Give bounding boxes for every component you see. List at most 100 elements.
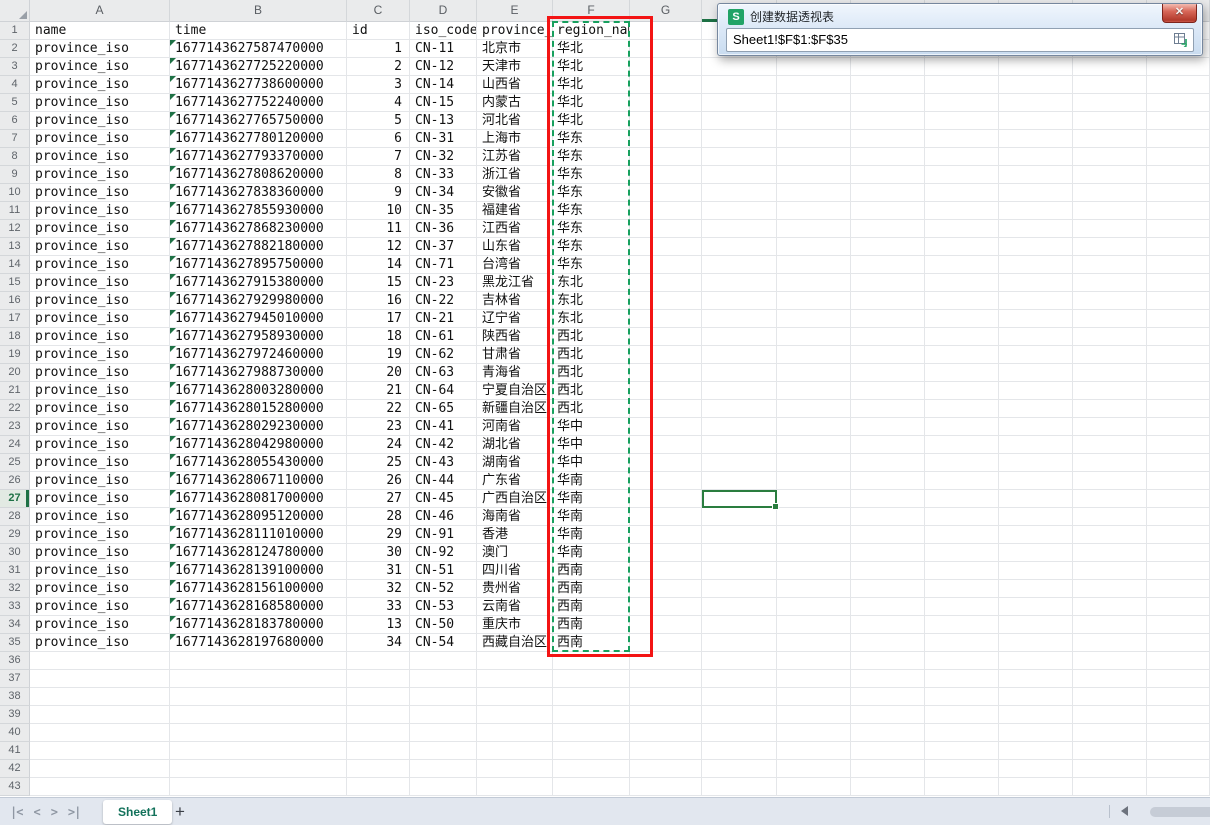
cell[interactable]: 1677143627765750000 xyxy=(170,112,347,130)
empty-cell[interactable] xyxy=(925,706,999,724)
cell[interactable]: 辽宁省 xyxy=(477,310,553,328)
row-header-33[interactable]: 33 xyxy=(0,598,30,616)
cell[interactable]: 华中 xyxy=(553,418,630,436)
empty-cell[interactable] xyxy=(999,724,1073,742)
cell[interactable]: CN-37 xyxy=(410,238,477,256)
row-header-43[interactable]: 43 xyxy=(0,778,30,796)
empty-cell[interactable] xyxy=(1147,292,1210,310)
empty-cell[interactable] xyxy=(851,238,925,256)
empty-cell[interactable] xyxy=(1073,436,1147,454)
empty-cell[interactable] xyxy=(777,112,851,130)
empty-cell[interactable] xyxy=(477,670,553,688)
empty-cell[interactable] xyxy=(630,184,702,202)
empty-cell[interactable] xyxy=(925,508,999,526)
empty-cell[interactable] xyxy=(1073,490,1147,508)
empty-cell[interactable] xyxy=(702,184,777,202)
empty-cell[interactable] xyxy=(777,670,851,688)
cell[interactable]: 东北 xyxy=(553,292,630,310)
empty-cell[interactable] xyxy=(630,382,702,400)
next-sheet-button[interactable]: > xyxy=(51,805,57,819)
cell[interactable]: 新疆自治区 xyxy=(477,400,553,418)
empty-cell[interactable] xyxy=(170,742,347,760)
empty-cell[interactable] xyxy=(630,490,702,508)
empty-cell[interactable] xyxy=(925,580,999,598)
cell[interactable]: 6 xyxy=(347,130,410,148)
row-header-30[interactable]: 30 xyxy=(0,544,30,562)
empty-cell[interactable] xyxy=(630,436,702,454)
empty-cell[interactable] xyxy=(1147,256,1210,274)
empty-cell[interactable] xyxy=(925,202,999,220)
cell[interactable]: 1677143628156100000 xyxy=(170,580,347,598)
empty-cell[interactable] xyxy=(925,274,999,292)
empty-cell[interactable] xyxy=(30,724,170,742)
cell[interactable]: CN-34 xyxy=(410,184,477,202)
empty-cell[interactable] xyxy=(925,130,999,148)
empty-cell[interactable] xyxy=(999,130,1073,148)
empty-cell[interactable] xyxy=(630,742,702,760)
cell[interactable]: 西南 xyxy=(553,616,630,634)
empty-cell[interactable] xyxy=(999,148,1073,166)
range-picker-icon[interactable] xyxy=(1173,32,1190,49)
empty-cell[interactable] xyxy=(30,652,170,670)
empty-cell[interactable] xyxy=(1073,688,1147,706)
empty-cell[interactable] xyxy=(702,454,777,472)
cell[interactable]: 1677143628124780000 xyxy=(170,544,347,562)
empty-cell[interactable] xyxy=(999,166,1073,184)
empty-cell[interactable] xyxy=(1073,256,1147,274)
empty-cell[interactable] xyxy=(1147,670,1210,688)
empty-cell[interactable] xyxy=(30,706,170,724)
row-header-4[interactable]: 4 xyxy=(0,76,30,94)
cell[interactable]: 广西自治区 xyxy=(477,490,553,508)
empty-cell[interactable] xyxy=(1073,184,1147,202)
empty-cell[interactable] xyxy=(630,652,702,670)
cell[interactable]: province_iso xyxy=(30,76,170,94)
cell[interactable]: 内蒙古 xyxy=(477,94,553,112)
cell[interactable]: time xyxy=(170,22,347,40)
empty-cell[interactable] xyxy=(999,220,1073,238)
empty-cell[interactable] xyxy=(851,562,925,580)
empty-cell[interactable] xyxy=(1147,598,1210,616)
empty-cell[interactable] xyxy=(347,778,410,796)
empty-cell[interactable] xyxy=(777,148,851,166)
empty-cell[interactable] xyxy=(851,472,925,490)
empty-cell[interactable] xyxy=(1147,130,1210,148)
cell[interactable]: province_iso xyxy=(30,346,170,364)
cell[interactable]: 福建省 xyxy=(477,202,553,220)
empty-cell[interactable] xyxy=(630,274,702,292)
empty-cell[interactable] xyxy=(999,382,1073,400)
cell[interactable]: CN-43 xyxy=(410,454,477,472)
empty-cell[interactable] xyxy=(1147,112,1210,130)
row-header-3[interactable]: 3 xyxy=(0,58,30,76)
cell[interactable]: province_iso xyxy=(30,616,170,634)
empty-cell[interactable] xyxy=(999,544,1073,562)
empty-cell[interactable] xyxy=(777,76,851,94)
cell[interactable]: CN-52 xyxy=(410,580,477,598)
empty-cell[interactable] xyxy=(702,94,777,112)
cell[interactable]: province_iso xyxy=(30,400,170,418)
cell[interactable]: CN-63 xyxy=(410,364,477,382)
empty-cell[interactable] xyxy=(1147,580,1210,598)
empty-cell[interactable] xyxy=(702,76,777,94)
empty-cell[interactable] xyxy=(1073,166,1147,184)
cell[interactable]: iso_code xyxy=(410,22,477,40)
empty-cell[interactable] xyxy=(777,292,851,310)
empty-cell[interactable] xyxy=(410,670,477,688)
cell[interactable]: 1677143628197680000 xyxy=(170,634,347,652)
empty-cell[interactable] xyxy=(777,238,851,256)
empty-cell[interactable] xyxy=(777,598,851,616)
cell[interactable]: 西南 xyxy=(553,634,630,652)
cell[interactable]: province_iso xyxy=(30,256,170,274)
empty-cell[interactable] xyxy=(851,454,925,472)
empty-cell[interactable] xyxy=(1147,328,1210,346)
empty-cell[interactable] xyxy=(851,778,925,796)
row-header-29[interactable]: 29 xyxy=(0,526,30,544)
empty-cell[interactable] xyxy=(630,544,702,562)
column-header-F[interactable]: F xyxy=(553,0,630,22)
empty-cell[interactable] xyxy=(170,778,347,796)
cell[interactable]: 8 xyxy=(347,166,410,184)
empty-cell[interactable] xyxy=(851,130,925,148)
cell[interactable]: 广东省 xyxy=(477,472,553,490)
cell[interactable]: 26 xyxy=(347,472,410,490)
empty-cell[interactable] xyxy=(851,688,925,706)
row-header-9[interactable]: 9 xyxy=(0,166,30,184)
